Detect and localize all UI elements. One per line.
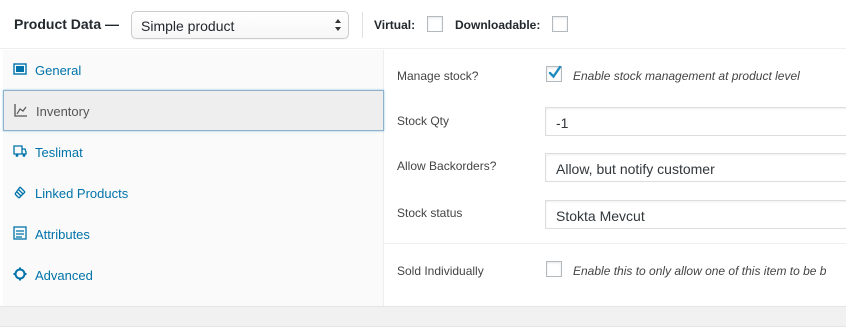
tab-shipping[interactable]: Teslimat <box>3 132 384 173</box>
tab-linked-products[interactable]: Linked Products <box>3 173 384 214</box>
manage-stock-description: Enable stock management at product level <box>573 69 800 83</box>
general-icon <box>13 63 27 75</box>
tab-inventory-label: Inventory <box>36 104 90 119</box>
stock-qty-value: -1 <box>556 115 569 131</box>
product-type-select[interactable]: Simple product <box>131 11 349 39</box>
section-divider <box>384 243 846 244</box>
backorders-label: Allow Backorders? <box>397 159 497 173</box>
stock-qty-label: Stock Qty <box>397 114 450 128</box>
stock-status-label: Stock status <box>397 206 463 220</box>
sold-individually-description: Enable this to only allow one of this it… <box>573 264 827 278</box>
tab-linked-products-label: Linked Products <box>35 186 129 201</box>
manage-stock-label: Manage stock? <box>397 69 479 83</box>
gear-icon <box>13 267 27 281</box>
tab-advanced[interactable]: Advanced <box>3 255 384 296</box>
select-arrows-icon <box>335 19 341 31</box>
stock-status-value: Stokta Mevcut <box>556 208 645 224</box>
tab-advanced-label: Advanced <box>35 268 93 283</box>
inventory-icon <box>14 104 27 117</box>
virtual-checkbox[interactable] <box>427 16 443 32</box>
stock-status-select[interactable]: Stokta Mevcut <box>545 200 846 229</box>
manage-stock-checkbox[interactable] <box>546 65 562 82</box>
shipping-icon <box>13 145 27 157</box>
header-separator <box>362 12 363 38</box>
product-type-value: Simple product <box>141 18 235 34</box>
tab-attributes[interactable]: Attributes <box>3 214 384 255</box>
product-data-panel: Product Data — Simple product Virtual: D… <box>0 0 846 307</box>
link-icon <box>14 186 26 199</box>
downloadable-label: Downloadable: <box>455 18 541 32</box>
product-data-header: Product Data — Simple product Virtual: D… <box>0 0 846 49</box>
tab-general-label: General <box>35 63 82 78</box>
virtual-label: Virtual: <box>374 18 416 32</box>
panel-title: Product Data — <box>14 16 120 32</box>
checkmark-icon <box>548 65 562 79</box>
sold-individually-checkbox[interactable] <box>546 261 562 277</box>
backorders-value: Allow, but notify customer <box>556 161 715 177</box>
tab-general[interactable]: General <box>3 50 384 91</box>
next-panel-edge <box>0 326 846 336</box>
downloadable-checkbox[interactable] <box>552 16 568 32</box>
tab-inventory[interactable]: Inventory <box>3 90 384 131</box>
backorders-select[interactable]: Allow, but notify customer <box>545 153 846 182</box>
tab-shipping-label: Teslimat <box>35 145 83 160</box>
attributes-icon <box>13 226 27 240</box>
product-data-tabs: General Inventory Teslimat Linked Produc… <box>3 50 384 306</box>
stock-qty-input[interactable]: -1 <box>545 107 846 136</box>
tab-attributes-label: Attributes <box>35 227 90 242</box>
sold-individually-label: Sold Individually <box>397 264 484 278</box>
